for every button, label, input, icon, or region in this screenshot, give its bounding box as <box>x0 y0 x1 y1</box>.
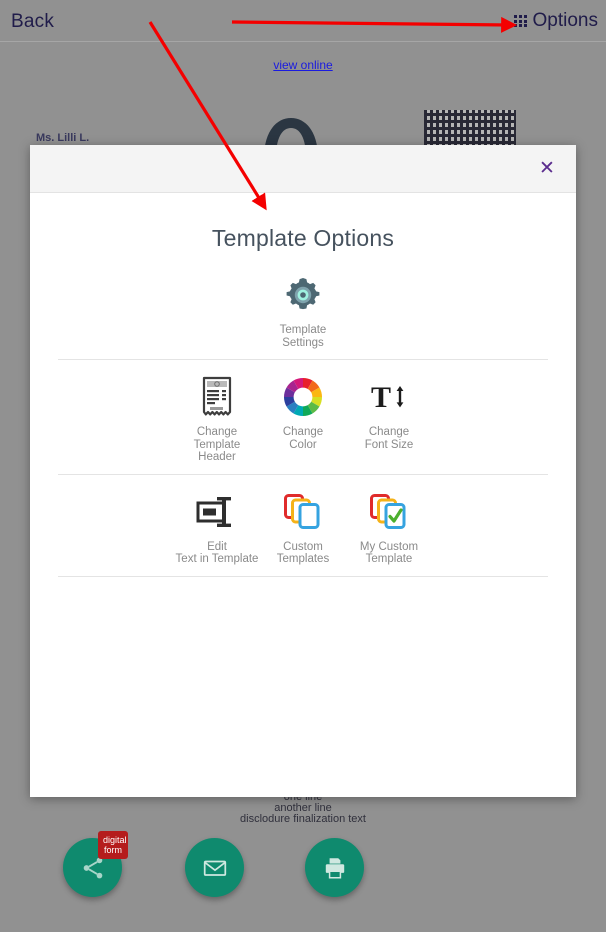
grid-icon <box>514 14 527 28</box>
option-change-color[interactable]: Change Color <box>260 374 346 451</box>
share-badge: digital form <box>98 831 128 859</box>
background-recipient-text: Ms. Lilli L. <box>36 132 90 144</box>
modal-header: ✕ <box>30 145 576 193</box>
color-wheel-icon <box>282 374 324 420</box>
options-label: Options <box>532 10 598 31</box>
option-edit-text-in-template[interactable]: Edit Text in Template <box>174 489 260 566</box>
option-label: Change Font Size <box>364 426 414 451</box>
back-button[interactable]: Back <box>11 11 54 33</box>
top-bar: Back Options <box>0 0 606 42</box>
options-section-2: Change Template Header Change Color T Ch… <box>58 360 548 475</box>
receipt-icon <box>202 374 232 420</box>
view-online-link[interactable]: view online <box>0 58 606 72</box>
template-options-modal: ✕ Template Options Template Settings Cha… <box>30 145 576 797</box>
text-cursor-icon <box>196 489 238 535</box>
options-row: Edit Text in Template Custom Templates M… <box>58 489 548 566</box>
option-label: Template Settings <box>279 324 327 349</box>
option-label: My Custom Template <box>359 540 419 566</box>
stacked-pages-icon <box>282 489 324 535</box>
font-size-icon: T <box>369 374 409 420</box>
options-section-3: Edit Text in Template Custom Templates M… <box>58 475 548 577</box>
option-change-template-header[interactable]: Change Template Header <box>174 374 260 464</box>
option-change-font-size[interactable]: T Change Font Size <box>346 374 432 451</box>
email-fab[interactable] <box>185 838 244 897</box>
options-section-1: Template Settings <box>58 258 548 360</box>
options-row: Change Template Header Change Color T Ch… <box>58 374 548 464</box>
option-my-custom-template[interactable]: My Custom Template <box>346 489 432 566</box>
close-icon[interactable]: ✕ <box>532 153 562 183</box>
stacked-pages-check-icon <box>368 489 410 535</box>
option-label: Change Color <box>282 426 324 451</box>
option-template-settings[interactable]: Template Settings <box>260 272 346 349</box>
svg-text:T: T <box>371 381 391 414</box>
envelope-icon <box>203 860 226 876</box>
printer-icon <box>325 857 344 879</box>
bottom-line-3: disclodure finalization text <box>240 813 366 825</box>
option-label: Edit Text in Template <box>175 540 259 566</box>
option-label: Change Template Header <box>193 426 241 463</box>
option-label: Custom Templates <box>276 540 330 566</box>
print-fab[interactable] <box>305 838 364 897</box>
gear-icon <box>283 272 323 318</box>
page-title: Template Options <box>211 225 395 251</box>
option-custom-templates[interactable]: Custom Templates <box>260 489 346 566</box>
options-button[interactable]: Options <box>514 10 598 32</box>
options-row: Template Settings <box>58 272 548 349</box>
